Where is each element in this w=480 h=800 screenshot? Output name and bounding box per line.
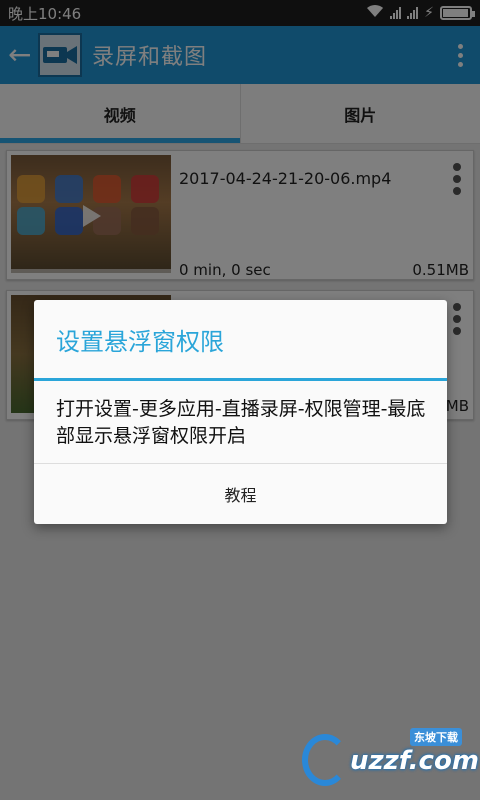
watermark-text: uzzf.com xyxy=(350,746,479,776)
watermark-logo: 东坡下载 uzzf.com xyxy=(298,728,479,792)
watermark-subtitle: 东坡下载 xyxy=(410,728,462,746)
dialog-divider xyxy=(34,378,447,381)
dialog-title: 设置悬浮窗权限 xyxy=(56,328,224,356)
permission-dialog: 设置悬浮窗权限 打开设置-更多应用-直播录屏-权限管理-最底部显示悬浮窗权限开启… xyxy=(34,300,447,524)
dialog-message: 打开设置-更多应用-直播录屏-权限管理-最底部显示悬浮窗权限开启 xyxy=(56,398,426,447)
watermark-mark xyxy=(302,734,348,786)
tutorial-button[interactable]: 教程 xyxy=(34,464,447,524)
